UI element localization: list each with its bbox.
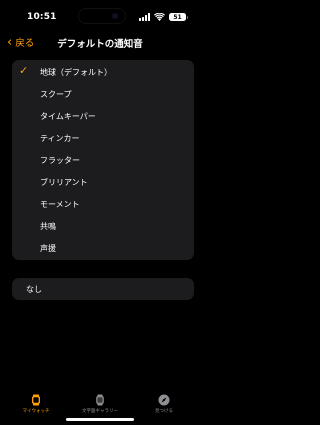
status-bar: 10:51 51 (0, 0, 200, 30)
none-option[interactable]: なし (12, 278, 194, 300)
battery-level: 51 (173, 13, 182, 21)
sound-option-label: 共鳴 (40, 221, 56, 231)
none-option-group: なし (12, 278, 194, 300)
cellular-signal-icon (139, 13, 150, 21)
watch-icon (32, 394, 40, 406)
phone-screen: 10:51 51 ‹ 戻る デフォルトの通知音 ✓ 地球（デフォルト） スクープ… (0, 0, 200, 425)
sound-option[interactable]: 声援 (12, 237, 194, 259)
sound-option[interactable]: タイムキーパー (12, 105, 194, 127)
sound-option[interactable]: ✓ 地球（デフォルト） (12, 61, 194, 83)
sound-option-label: ブリリアント (40, 177, 88, 187)
sound-option[interactable]: 共鳴 (12, 215, 194, 237)
checkmark-icon: ✓ (19, 64, 29, 77)
sound-option-label: 声援 (40, 243, 56, 253)
battery-icon: 51 (169, 13, 188, 21)
none-option-label: なし (26, 284, 42, 294)
sound-option[interactable]: フラッター (12, 149, 194, 171)
tab-label: 見つける (155, 409, 173, 414)
sound-option-label: スクープ (40, 89, 72, 99)
page-title: デフォルトの通知音 (57, 39, 143, 50)
sound-list: ✓ 地球（デフォルト） スクープ タイムキーパー ティンカー フラッター ブリリ… (12, 60, 194, 260)
tab-label: 文字盤ギャラリー (82, 409, 118, 414)
sound-option[interactable]: スクープ (12, 83, 194, 105)
watch-face-gallery-icon (96, 394, 104, 406)
navigation-bar: ‹ 戻る デフォルトの通知音 (0, 30, 200, 54)
status-time: 10:51 (27, 12, 57, 22)
sound-option[interactable]: ブリリアント (12, 171, 194, 193)
tab-label: マイウォッチ (22, 409, 50, 414)
dynamic-island (79, 9, 125, 23)
sound-option-label: フラッター (40, 155, 80, 165)
tab-my-watch[interactable]: マイウォッチ (6, 394, 66, 414)
sound-option-label: タイムキーパー (40, 111, 96, 121)
compass-icon (158, 394, 170, 406)
sound-option[interactable]: モーメント (12, 193, 194, 215)
sound-option[interactable]: ティンカー (12, 127, 194, 149)
home-indicator (66, 418, 134, 421)
sound-option-label: ティンカー (40, 133, 80, 143)
tab-discover[interactable]: 見つける (134, 394, 194, 414)
status-icons: 51 (139, 12, 188, 22)
wifi-icon (154, 13, 165, 21)
sound-option-label: 地球（デフォルト） (40, 67, 112, 77)
sound-option-label: モーメント (40, 199, 80, 209)
tab-face-gallery[interactable]: 文字盤ギャラリー (70, 394, 130, 414)
